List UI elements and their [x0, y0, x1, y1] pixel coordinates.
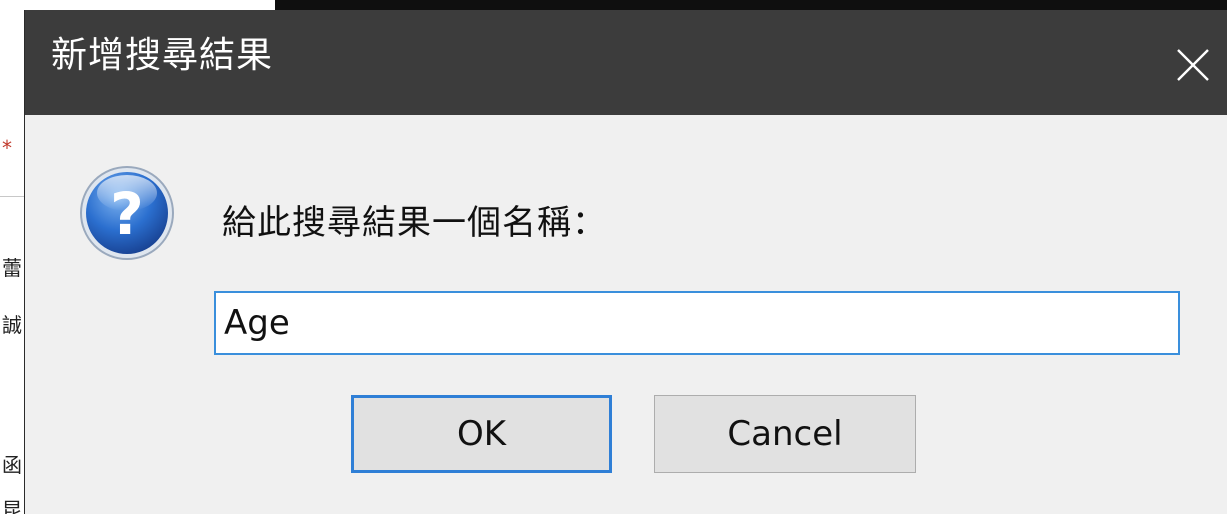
background-fragment: 函	[2, 453, 22, 477]
dialog-titlebar: 新增搜尋結果	[25, 10, 1227, 115]
background-fragment: 蕾	[2, 256, 22, 280]
close-icon	[1177, 49, 1209, 81]
result-name-input[interactable]	[214, 291, 1180, 355]
cancel-button[interactable]: Cancel	[654, 395, 916, 473]
add-search-result-dialog: 新增搜尋結果 ? 給此搜尋結果一個名稱： Age OK Cancel	[24, 10, 1227, 514]
svg-text:?: ?	[110, 180, 144, 248]
dialog-content: ? 給此搜尋結果一個名稱： OK Cancel	[25, 115, 1227, 514]
ok-button[interactable]: OK	[351, 395, 612, 473]
question-mark-icon: ?	[80, 166, 174, 260]
prompt-label: 給此搜尋結果一個名稱：	[222, 203, 607, 243]
background-fragment: 昆	[2, 498, 22, 514]
close-button[interactable]	[1158, 30, 1227, 100]
background-fragment: *	[2, 136, 12, 160]
background-fragment: 誠	[2, 313, 22, 337]
dialog-title: 新增搜尋結果	[51, 35, 274, 76]
